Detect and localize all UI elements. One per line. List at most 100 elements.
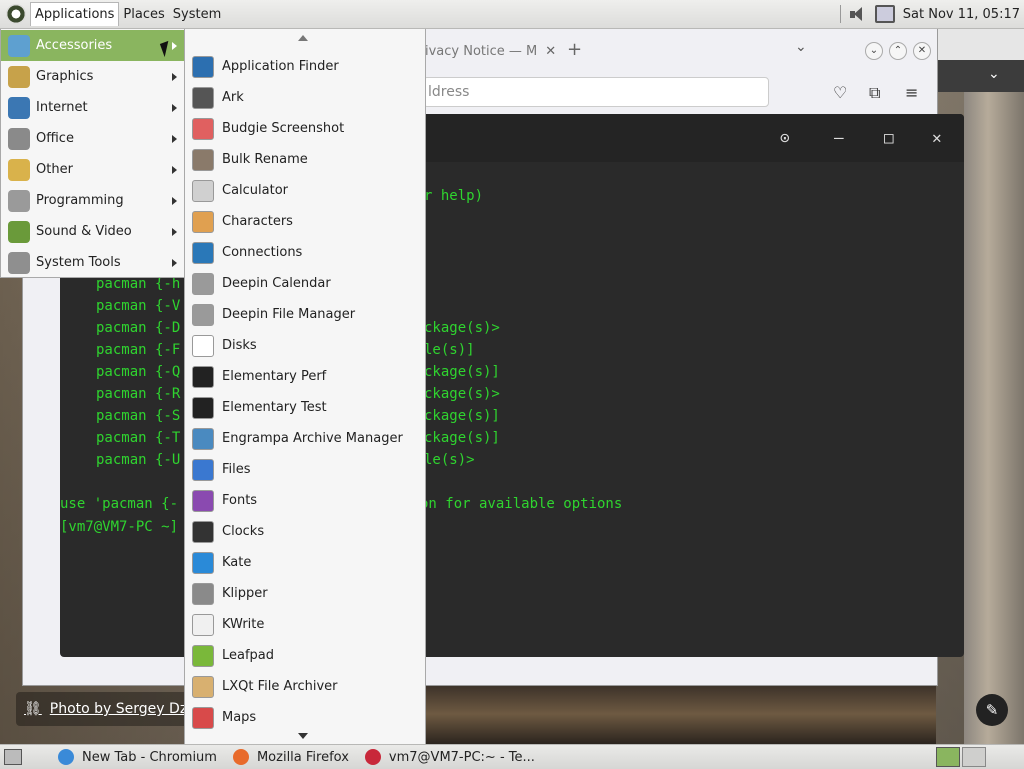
menu-item-maps[interactable]: Maps [185, 702, 425, 733]
category-graphics[interactable]: Graphics [1, 61, 185, 92]
accessories-icon [8, 34, 30, 57]
firefox-tab-title: ivacy Notice — M [425, 43, 538, 59]
other-icon [8, 158, 30, 181]
category-label: Programming [36, 193, 124, 208]
category-internet[interactable]: Internet [1, 92, 185, 123]
menu-item-magnifier[interactable]: Application Finder [185, 51, 425, 82]
menu-item-file-manager[interactable]: Deepin File Manager [185, 299, 425, 330]
taskbar-item-label: vm7@VM7-PC:~ - Te... [388, 749, 535, 765]
chromium-menu-chevron-icon[interactable]: ⌄ [988, 66, 1000, 82]
menu-item-label: Elementary Test [222, 400, 327, 415]
menu-item-label: Leafpad [222, 648, 275, 663]
network-monitor-icon[interactable] [874, 5, 895, 23]
terminal-line: pacman {-V [96, 298, 181, 314]
menu-item-test[interactable]: Elementary Test [185, 392, 425, 423]
magnifier-icon [192, 55, 214, 78]
taskbar-item-terminal[interactable]: vm7@VM7-PC:~ - Te... [359, 746, 541, 768]
show-desktop-icon[interactable] [4, 749, 22, 765]
maximize-icon[interactable]: ⌃ [889, 42, 907, 60]
volume-icon[interactable] [849, 6, 867, 22]
terminal-line-tail: ckage(s)> [424, 386, 500, 402]
submenu-arrow-icon [172, 103, 177, 112]
hamburger-menu-icon[interactable]: ≡ [905, 83, 918, 102]
menu-item-kate[interactable]: Kate [185, 547, 425, 578]
files-icon [192, 458, 214, 481]
submenu-arrow-icon [172, 258, 177, 267]
chromium-toolbar: ⌄ [936, 60, 1024, 92]
category-office[interactable]: Office [1, 123, 185, 154]
wallpaper-building [964, 60, 1024, 750]
taskbar-item-firefox[interactable]: Mozilla Firefox [227, 746, 355, 768]
menu-item-connections[interactable]: Connections [185, 237, 425, 268]
characters-icon [192, 210, 214, 233]
menu-item-archive-manager[interactable]: Engrampa Archive Manager [185, 423, 425, 454]
menu-item-characters[interactable]: Characters [185, 206, 425, 237]
terminal-line-tail: le(s)> [424, 452, 475, 468]
category-system-tools[interactable]: System Tools [1, 247, 185, 278]
submenu-arrow-icon [172, 196, 177, 205]
sound-video-icon [8, 220, 30, 243]
terminal-line: pacman {-F [96, 342, 181, 358]
system-menu[interactable]: System [169, 3, 225, 26]
menu-item-label: Klipper [222, 586, 268, 601]
menu-item-lxqt-archiver[interactable]: LXQt File Archiver [185, 671, 425, 702]
category-sound-video[interactable]: Sound & Video [1, 216, 185, 247]
terminal-line: pacman {-S [96, 408, 181, 424]
menu-item-files[interactable]: Files [185, 454, 425, 485]
menu-item-calculator[interactable]: Calculator [185, 175, 425, 206]
tab-list-chevron-icon[interactable]: ⌄ [795, 39, 807, 55]
category-other[interactable]: Other [1, 154, 185, 185]
menu-item-leafpad[interactable]: Leafpad [185, 640, 425, 671]
terminal-close-icon[interactable]: ✕ [932, 128, 942, 147]
menu-item-kwrite[interactable]: KWrite [185, 609, 425, 640]
scroll-up-arrow-icon[interactable] [298, 35, 308, 41]
applications-menu[interactable]: Applications [30, 2, 120, 26]
taskbar-item-label: New Tab - Chromium [82, 749, 217, 765]
workspace-switcher[interactable] [936, 747, 960, 767]
category-label: Sound & Video [36, 224, 132, 239]
menu-item-label: Elementary Perf [222, 369, 327, 384]
minimize-icon[interactable]: ⌄ [865, 42, 883, 60]
lxqt-archiver-icon [192, 675, 214, 698]
menu-item-fonts[interactable]: Fonts [185, 485, 425, 516]
menu-item-label: Files [222, 462, 251, 477]
scroll-down-arrow-icon[interactable] [298, 733, 308, 739]
menu-item-klipper[interactable]: Klipper [185, 578, 425, 609]
clock[interactable]: Sat Nov 11, 05:17 [903, 7, 1020, 22]
terminal-line-tail: ckage(s)> [424, 320, 500, 336]
menu-item-calendar[interactable]: Deepin Calendar [185, 268, 425, 299]
edit-pencil-icon[interactable]: ✎ [976, 694, 1008, 726]
menu-item-perf[interactable]: Elementary Perf [185, 361, 425, 392]
close-icon[interactable]: ✕ [913, 42, 931, 60]
menu-item-clock[interactable]: Clocks [185, 516, 425, 547]
extensions-icon[interactable]: ⧉ [869, 83, 880, 103]
terminal-maximize-icon[interactable]: □ [884, 128, 894, 147]
task-list: New Tab - Chromium Mozilla Firefox vm7@VM7… [36, 746, 545, 768]
workspace-switcher-2[interactable] [962, 747, 986, 767]
disks-icon [192, 334, 214, 357]
places-menu[interactable]: Places [119, 3, 168, 26]
menu-item-screenshot[interactable]: Budgie Screenshot [185, 113, 425, 144]
category-label: Accessories [36, 38, 113, 53]
wallpaper-street [424, 684, 936, 744]
new-tab-icon[interactable]: + [567, 39, 582, 60]
menu-item-label: LXQt File Archiver [222, 679, 338, 694]
category-accessories[interactable]: Accessories [1, 30, 185, 61]
system-tools-icon [8, 251, 30, 274]
tray-separator [839, 5, 841, 23]
category-programming[interactable]: Programming [1, 185, 185, 216]
url-bar[interactable]: ldress [423, 77, 769, 107]
taskbar-item-chromium[interactable]: New Tab - Chromium [52, 746, 223, 768]
terminal-minimize-icon[interactable]: – [834, 128, 844, 147]
submenu-arrow-icon [172, 134, 177, 143]
terminal-usage-tail: on for available options [420, 496, 623, 512]
tab-close-icon[interactable]: ✕ [545, 44, 556, 59]
firefox-tab[interactable]: ivacy Notice — M ✕ [425, 37, 575, 65]
more-options-icon[interactable]: ⊙ [780, 128, 790, 147]
pocket-icon[interactable]: ♡ [833, 83, 847, 102]
menu-item-bulk-rename[interactable]: Bulk Rename [185, 144, 425, 175]
menu-item-ark[interactable]: Ark [185, 82, 425, 113]
menu-item-label: Characters [222, 214, 293, 229]
menu-item-disks[interactable]: Disks [185, 330, 425, 361]
distro-logo-icon[interactable] [6, 4, 26, 24]
